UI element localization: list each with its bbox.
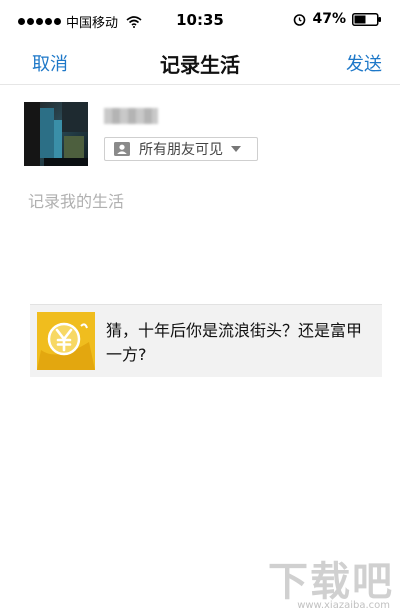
shared-link-card[interactable]: 猜，十年后你是流浪街头？还是富甲一方? xyxy=(30,304,382,377)
chevron-down-icon xyxy=(231,146,241,152)
contact-card-icon xyxy=(114,142,130,156)
watermark-url: www.xiazaiba.com xyxy=(297,600,390,611)
nav-bar: 取消 记录生活 发送 xyxy=(0,40,400,82)
battery-icon xyxy=(352,12,381,26)
avatar xyxy=(24,102,88,166)
battery-percent: 47% xyxy=(312,11,346,27)
cancel-button[interactable]: 取消 xyxy=(32,50,68,76)
send-button[interactable]: 发送 xyxy=(346,50,382,76)
visibility-label: 所有朋友可见 xyxy=(139,142,223,158)
status-right: 47% xyxy=(293,11,382,27)
status-bar: 中国移动 10:35 47% xyxy=(0,0,400,40)
share-thumbnail xyxy=(37,312,95,370)
visibility-select[interactable]: 所有朋友可见 xyxy=(104,137,258,161)
share-card-title: 猜，十年后你是流浪街头？还是富甲一方? xyxy=(106,321,363,364)
watermark-logo: 下载吧 xyxy=(268,559,394,605)
yen-coin-icon xyxy=(37,312,95,370)
compose-textarea[interactable] xyxy=(28,188,378,278)
alarm-icon xyxy=(294,13,306,26)
nav-divider xyxy=(0,84,400,85)
user-name-blurred xyxy=(104,108,158,124)
